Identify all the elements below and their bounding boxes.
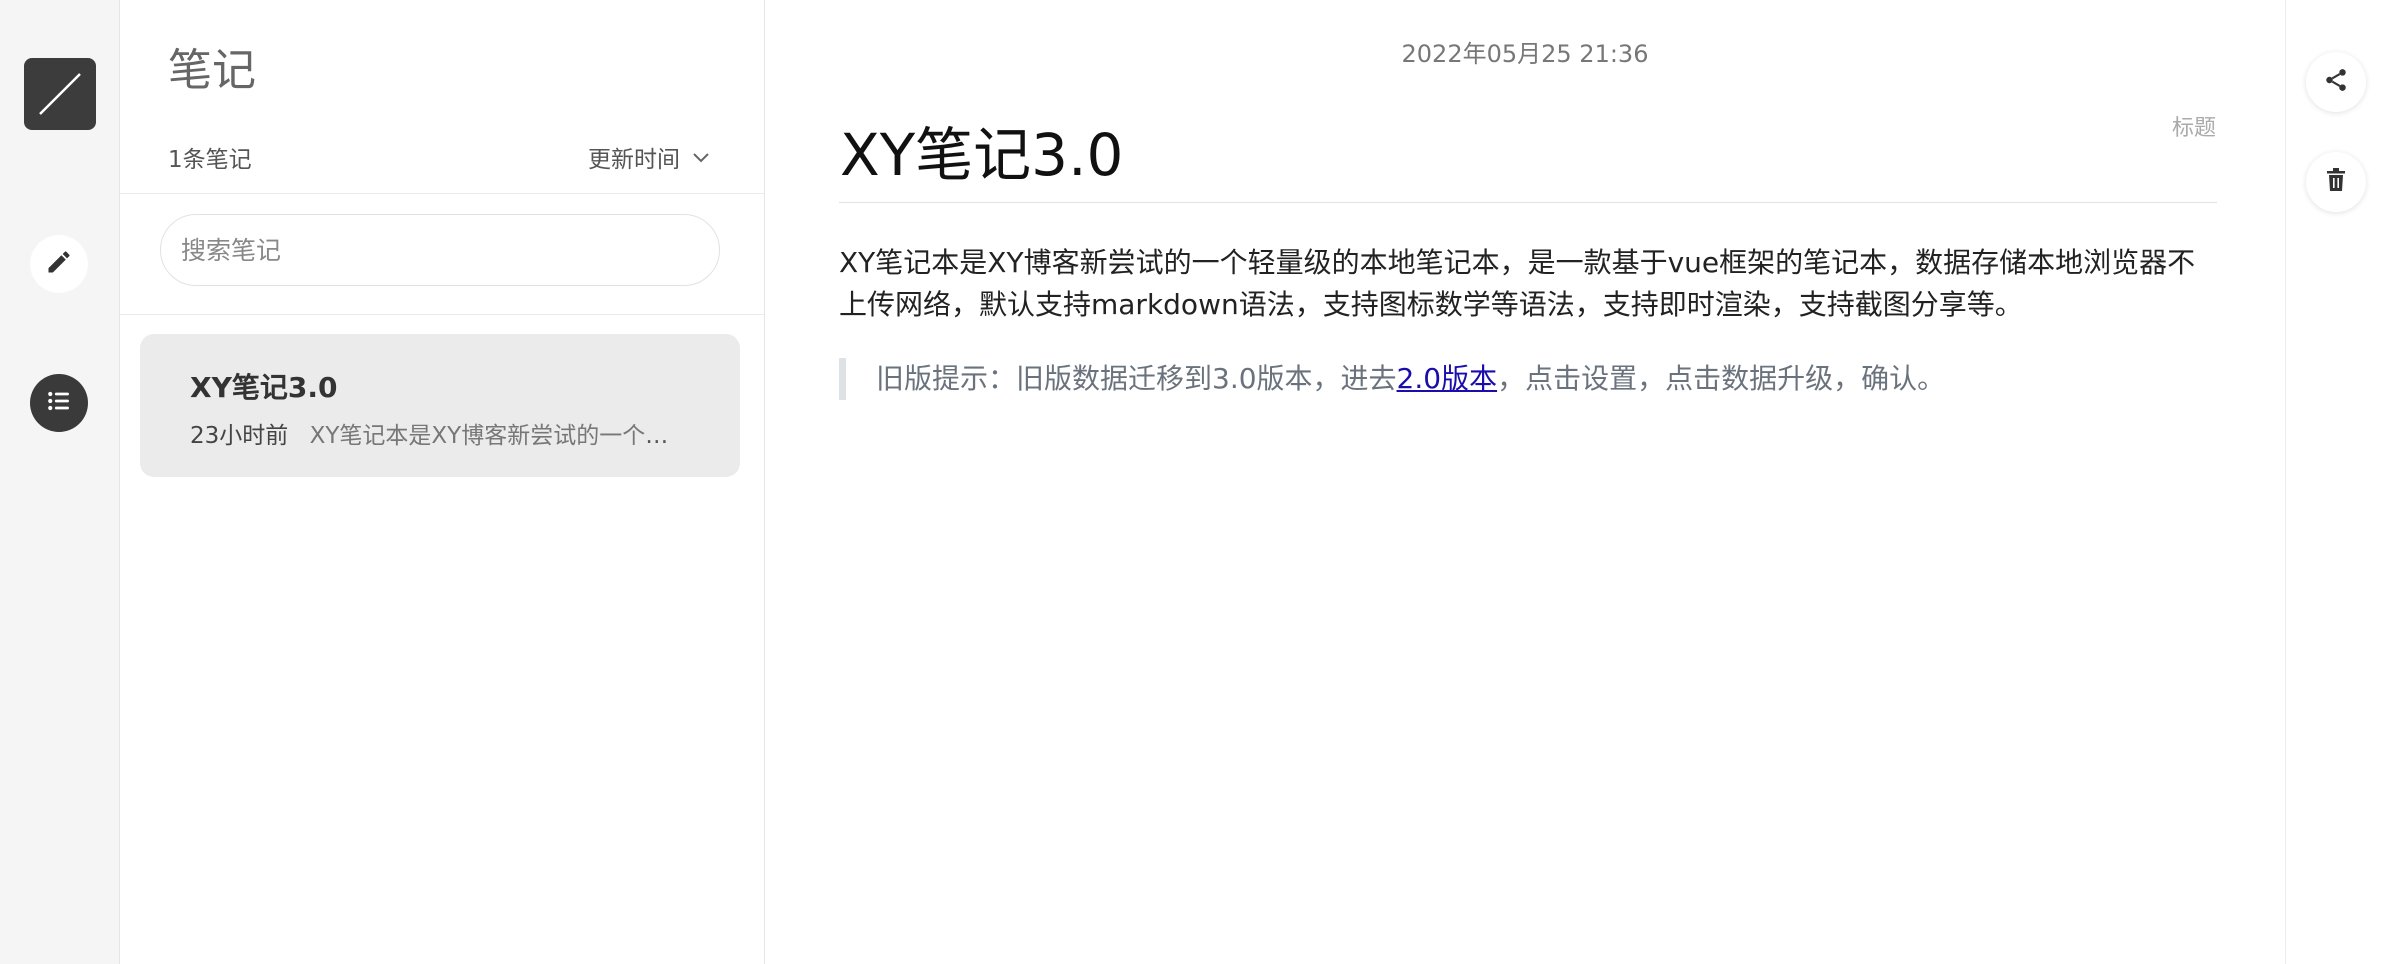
pencil-icon [45, 248, 73, 280]
note-item-meta: 23小时前 XY笔记本是XY博客新尝试的一个轻量级的本地笔记本，是一款基于vue… [190, 416, 690, 450]
app: 笔记 1条笔记 更新时间 XY笔记3.0 23小时前 XY笔记本是XY博客新尝试… [0, 0, 2384, 964]
divider [120, 193, 764, 194]
panel-title: 笔记 [168, 45, 256, 96]
share-button[interactable] [2306, 52, 2366, 112]
note-blockquote: 旧版提示：旧版数据迁移到3.0版本，进去2.0版本，点击设置，点击数据升级，确认… [839, 358, 2139, 400]
trash-icon [2324, 167, 2348, 197]
note-item-title: XY笔记3.0 [190, 371, 338, 404]
notes-panel: 笔记 1条笔记 更新时间 XY笔记3.0 23小时前 XY笔记本是XY博客新尝试… [120, 0, 765, 964]
divider [120, 314, 764, 315]
search-input[interactable] [160, 214, 720, 286]
note-body[interactable]: XY笔记本是XY博客新尝试的一个轻量级的本地笔记本，是一款基于vue框架的笔记本… [839, 242, 2219, 326]
note-count: 1条笔记 [168, 147, 252, 173]
sort-label: 更新时间 [588, 147, 680, 173]
note-date: 2022年05月25 21:36 [1401, 40, 1649, 68]
sort-dropdown[interactable]: 更新时间 [588, 140, 710, 174]
note-item-snippet: XY笔记本是XY博客新尝试的一个轻量级的本地笔记本，是一款基于vue框架的笔记本 [309, 423, 690, 449]
editor: 2022年05月25 21:36 标题 XY笔记3.0 XY笔记本是XY博客新尝… [765, 0, 2285, 964]
quote-text-tail: ，点击设置，点击数据升级，确认。 [1497, 362, 1946, 395]
share-icon [2323, 67, 2349, 97]
new-note-button[interactable] [30, 235, 88, 293]
list-item[interactable]: XY笔记3.0 23小时前 XY笔记本是XY博客新尝试的一个轻量级的本地笔记本，… [140, 334, 740, 477]
notes-list-button[interactable] [30, 374, 88, 432]
chevron-down-icon [692, 144, 710, 170]
slash-logo-icon[interactable] [24, 58, 96, 130]
title-divider [839, 202, 2217, 203]
quote-text: 旧版提示：旧版数据迁移到3.0版本，进去 [876, 362, 1397, 395]
note-title[interactable]: XY笔记3.0 [840, 108, 1123, 192]
right-rail [2285, 0, 2384, 964]
version-link[interactable]: 2.0版本 [1397, 362, 1498, 395]
list-icon [45, 387, 73, 419]
left-rail [0, 0, 120, 964]
title-hint: 标题 [2171, 116, 2216, 141]
note-item-time: 23小时前 [190, 423, 289, 449]
delete-button[interactable] [2306, 152, 2366, 212]
